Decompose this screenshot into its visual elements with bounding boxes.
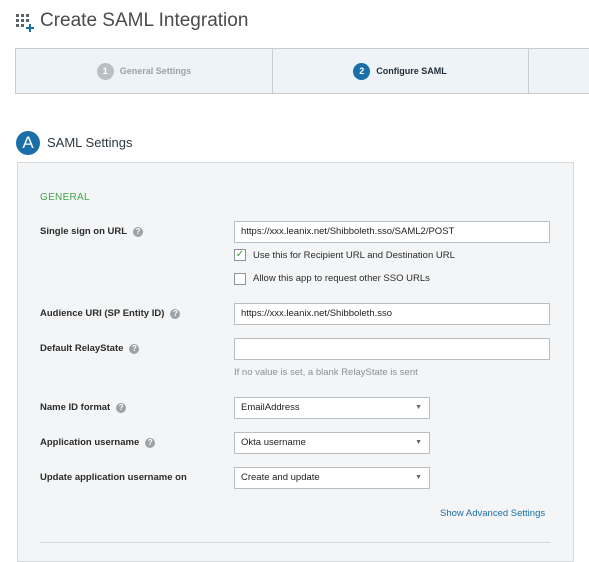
wizard-step-general-settings[interactable]: 1 General Settings — [16, 49, 273, 93]
select-value: EmailAddress — [241, 402, 300, 413]
page-title: Create SAML Integration — [40, 10, 249, 31]
sso-url-input[interactable]: https://xxx.leanix.net/Shibboleth.sso/SA… — [234, 221, 550, 243]
relay-state-hint: If no value is set, a blank RelayState i… — [234, 367, 418, 378]
section-badge: A — [16, 131, 40, 155]
step-label: General Settings — [119, 66, 192, 76]
select-value: Okta username — [241, 437, 306, 448]
select-value: Create and update — [241, 472, 320, 483]
step-label: Configure SAML — [376, 66, 447, 76]
allow-other-sso-checkbox[interactable] — [234, 273, 246, 285]
chevron-down-icon: ▼ — [415, 439, 422, 446]
show-advanced-settings-link[interactable]: Show Advanced Settings — [440, 508, 545, 519]
chevron-down-icon: ▼ — [415, 474, 422, 481]
update-username-select[interactable]: Create and update ▼ — [234, 467, 430, 489]
help-icon[interactable]: ? — [133, 226, 144, 237]
audience-uri-input[interactable]: https://xxx.leanix.net/Shibboleth.sso — [234, 303, 550, 325]
help-icon[interactable]: ? — [145, 437, 156, 448]
relay-state-input[interactable] — [234, 338, 550, 360]
section-title: SAML Settings — [47, 135, 133, 150]
help-icon[interactable]: ? — [129, 343, 140, 354]
help-icon[interactable]: ? — [170, 308, 181, 319]
relay-state-label: Default RelayState ? — [40, 343, 140, 354]
update-username-label: Update application username on — [40, 472, 187, 483]
audience-uri-label: Audience URI (SP Entity ID) ? — [40, 308, 181, 319]
allow-other-sso-checkbox-label: Allow this app to request other SSO URLs — [253, 273, 430, 284]
wizard-step-configure-saml[interactable]: 2 Configure SAML — [272, 49, 529, 93]
sso-url-label: Single sign on URL ? — [40, 226, 144, 237]
name-id-format-label: Name ID format ? — [40, 402, 127, 413]
chevron-down-icon: ▼ — [415, 404, 422, 411]
step-number: 1 — [96, 62, 114, 80]
name-id-format-select[interactable]: EmailAddress ▼ — [234, 397, 430, 419]
wizard-steps: 1 General Settings 2 Configure SAML — [15, 48, 589, 94]
step-number: 2 — [353, 62, 371, 80]
recipient-url-checkbox-label: Use this for Recipient URL and Destinati… — [253, 250, 455, 261]
divider — [40, 542, 550, 543]
app-username-label: Application username ? — [40, 437, 156, 448]
help-icon[interactable]: ? — [116, 402, 127, 413]
grid-add-icon — [16, 14, 34, 32]
app-username-select[interactable]: Okta username ▼ — [234, 432, 430, 454]
recipient-url-checkbox[interactable]: ✓ — [234, 249, 246, 261]
group-title: GENERAL — [40, 192, 90, 203]
